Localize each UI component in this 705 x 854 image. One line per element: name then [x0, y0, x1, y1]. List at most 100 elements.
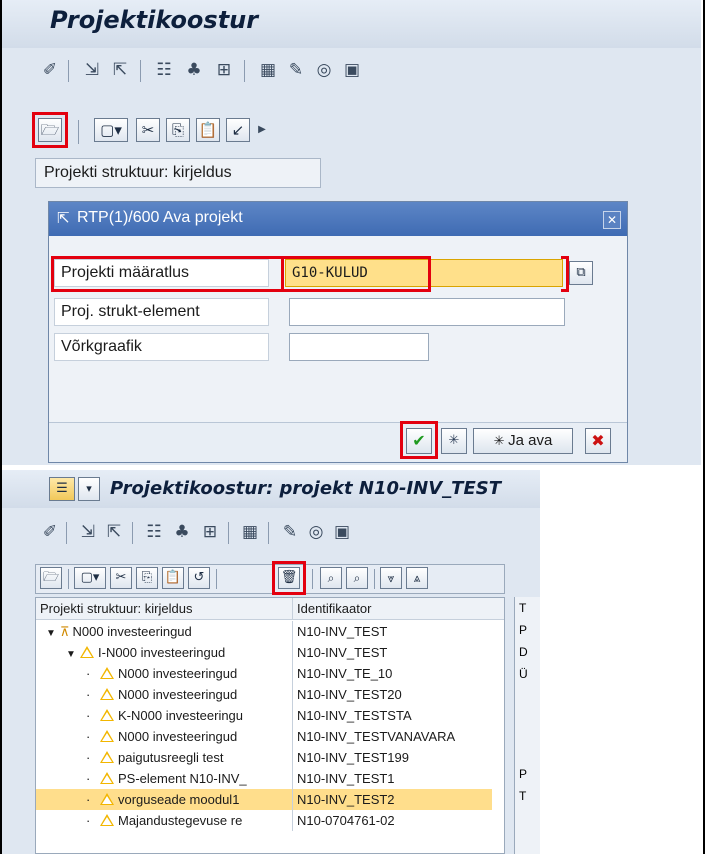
wbs-element-input[interactable] — [289, 298, 565, 326]
detail-letter: Ü — [519, 667, 528, 681]
expander-icon[interactable]: ▼ — [46, 628, 60, 639]
title-bar: Projektikoostur — [2, 0, 701, 48]
tree-row[interactable]: · N000 investeeringud N10-INV_TESTVANAVAR… — [36, 726, 504, 747]
table-icon[interactable]: ▦ — [240, 522, 260, 542]
project-icon: ⊼ — [60, 624, 70, 639]
undo-icon[interactable]: ↺ — [188, 567, 210, 589]
dialog-title-bar: ⇱ RTP(1)/600 Ava projekt ✕ — [49, 202, 627, 236]
edit-icon[interactable]: ✎ — [280, 522, 300, 542]
tree-row-description: · N000 investeeringud — [86, 729, 238, 744]
close-icon[interactable]: ✕ — [603, 211, 621, 229]
tree-row[interactable]: · Majandustegevuse re N10-0704761-02 — [36, 810, 504, 831]
bullet-icon: · — [86, 666, 91, 681]
tree-row-identifier: N10-INV_TEST1 — [292, 768, 492, 789]
undo-icon[interactable]: ↙ — [226, 118, 250, 142]
tree-row-identifier: N10-INV_TEST — [292, 621, 492, 642]
menu-dropdown-icon[interactable]: ▾ — [78, 477, 100, 501]
bullet-icon: · — [86, 750, 91, 765]
table-icon[interactable]: ▦ — [258, 60, 278, 80]
cut-icon[interactable]: ✂ — [136, 118, 160, 142]
settings-icon[interactable]: ◎ — [314, 60, 334, 80]
wbs-element-icon — [100, 688, 114, 700]
more-arrow-icon[interactable]: ▶ — [252, 120, 272, 140]
network-icon[interactable]: ⊞ — [200, 522, 220, 542]
tree-row-description: ▼ ⊼ N000 investeeringud — [46, 624, 192, 639]
highlight-delete-button — [272, 561, 306, 595]
open-and-button[interactable]: ✳ Ja ava — [473, 428, 573, 454]
log-icon[interactable]: ▣ — [342, 60, 362, 80]
tree-row[interactable]: ▼ ⊼ N000 investeeringud N10-INV_TEST — [36, 621, 504, 642]
wbs-element-icon — [100, 793, 114, 805]
copy-icon[interactable]: ⎘ — [136, 567, 158, 589]
column-header-identifier[interactable]: Identifikaator — [292, 598, 492, 619]
dialog-title: RTP(1)/600 Ava projekt — [77, 209, 243, 226]
tree-row-identifier: N10-INV_TESTVANAVARA — [292, 726, 492, 747]
tree-header: Projekti struktuur: kirjeldus — [35, 158, 321, 188]
tree-row-description: · N000 investeeringud — [86, 666, 238, 681]
detail-letter: T — [519, 789, 527, 803]
dialog-footer: ✔ ✳ ✳ Ja ava ✖ — [49, 421, 627, 462]
page-title: Projektikoostur: projekt N10-INV_TEST — [110, 478, 501, 499]
find-next-icon[interactable]: ⌕ — [346, 567, 368, 589]
network-label: Võrkgraafik — [54, 333, 269, 361]
expand-all-icon[interactable]: ⩔ — [380, 567, 402, 589]
tree-row[interactable]: · PS-element N10-INV_ N10-INV_TEST1 — [36, 768, 504, 789]
toolbar-separator — [132, 522, 133, 544]
expand-icon[interactable]: ⇲ — [82, 60, 102, 80]
column-header-description[interactable]: Projekti struktuur: kirjeldus — [36, 598, 292, 619]
tree-row[interactable]: · N000 investeeringud N10-INV_TEST20 — [36, 684, 504, 705]
tree-row-description: · Majandustegevuse re — [86, 813, 243, 828]
network-input[interactable] — [289, 333, 429, 361]
log-icon[interactable]: ▣ — [332, 522, 352, 542]
find-icon[interactable]: ⌕ — [320, 567, 342, 589]
toolbar-separator — [78, 120, 79, 144]
tree-toolbar: 🗁 ▢▾ ✂ ⎘ 📋 ↺ 🗑 ⌕ ⌕ ⩔ ⩓ — [35, 561, 505, 595]
tree-row-identifier: N10-0704761-02 — [292, 810, 492, 831]
settings-icon[interactable]: ◎ — [306, 522, 326, 542]
collapse-icon[interactable]: ⇱ — [110, 60, 130, 80]
cut-icon[interactable]: ✂ — [110, 567, 132, 589]
copy-icon[interactable]: ⎘ — [166, 118, 190, 142]
expand-icon[interactable]: ⇲ — [78, 522, 98, 542]
tree-row[interactable]: · paigutusreegli test N10-INV_TEST199 — [36, 747, 504, 768]
search-help-icon[interactable]: ⧉ — [569, 261, 593, 285]
detail-panel: T P D Ü P T — [514, 597, 540, 854]
wbs-element-icon — [100, 772, 114, 784]
open-project-dialog: ⇱ RTP(1)/600 Ava projekt ✕ Projekti määr… — [48, 201, 628, 463]
structure-icon[interactable]: ♣ — [172, 522, 192, 542]
tree-row-identifier: N10-INV_TEST20 — [292, 684, 492, 705]
paste-icon[interactable]: 📋 — [162, 567, 184, 589]
tree-row[interactable]: · K-N000 investeeringu N10-INV_TESTSTA — [36, 705, 504, 726]
create-dropdown-icon[interactable]: ▢▾ — [94, 118, 128, 142]
tree-row[interactable]: · N000 investeeringud N10-INV_TE_10 — [36, 663, 504, 684]
tree-row-selected[interactable]: · vorguseade moodul1 N10-INV_TEST2 — [36, 789, 504, 810]
edit-icon[interactable]: ✎ — [286, 60, 306, 80]
create-dropdown-icon[interactable]: ▢▾ — [74, 567, 106, 589]
paste-icon[interactable]: 📋 — [196, 118, 220, 142]
open-folder-icon[interactable]: 🗁 — [40, 567, 62, 589]
bullet-icon: · — [86, 708, 91, 723]
tree-row-description: ▼ I-N000 investeeringud — [66, 645, 226, 660]
wbs-element-icon — [80, 646, 94, 658]
collapse-all-icon[interactable]: ⩓ — [406, 567, 428, 589]
tree-row-identifier: N10-INV_TEST — [292, 642, 492, 663]
hierarchy-icon[interactable]: ☷ — [154, 60, 174, 80]
tree-row-identifier: N10-INV_TESTSTA — [292, 705, 492, 726]
cancel-x-icon[interactable]: ✖ — [585, 428, 611, 454]
tree-row[interactable]: ▼ I-N000 investeeringud N10-INV_TEST — [36, 642, 504, 663]
hierarchy-icon[interactable]: ☷ — [144, 522, 164, 542]
collapse-icon[interactable]: ⇱ — [104, 522, 124, 542]
toolbar-separator — [268, 522, 269, 544]
new-project-icon[interactable]: ✳ — [441, 428, 467, 454]
structure-icon[interactable]: ♣ — [184, 60, 204, 80]
personal-settings-icon[interactable]: ✐ — [40, 522, 60, 542]
highlight-project-input-end — [561, 256, 569, 292]
bullet-icon: · — [86, 687, 91, 702]
tree-row-description: · N000 investeeringud — [86, 687, 238, 702]
dialog-icon: ⇱ — [57, 209, 70, 227]
expander-icon[interactable]: ▼ — [66, 649, 80, 660]
menu-icon[interactable]: ☰ — [49, 477, 75, 501]
personal-settings-icon[interactable]: ✐ — [40, 60, 60, 80]
network-icon[interactable]: ⊞ — [214, 60, 234, 80]
tree-toolbar: 🗁 ▢▾ ✂ ⎘ 📋 ↙ ▶ — [2, 110, 332, 150]
